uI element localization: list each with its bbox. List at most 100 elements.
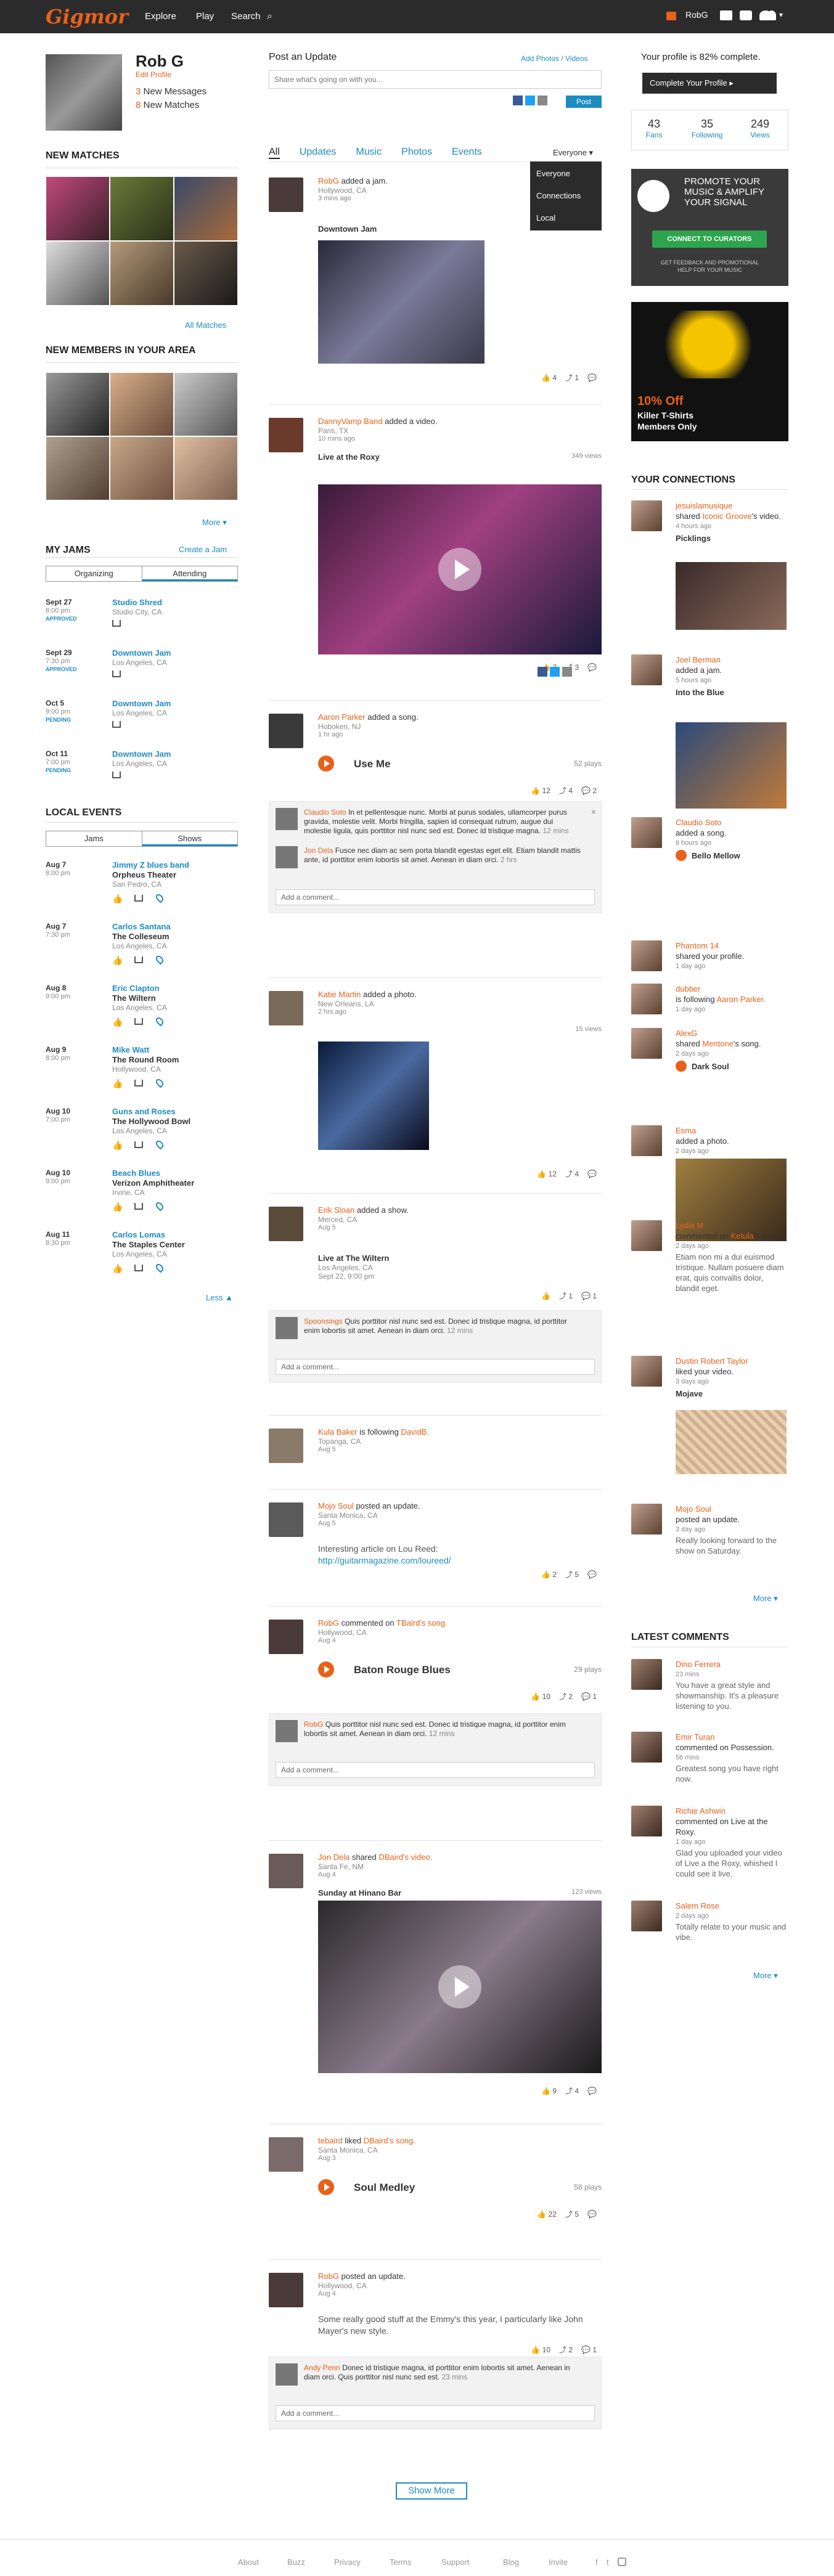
jam-item[interactable]: Oct 5 9:00 pm PENDING Downtown Jam Los Angel… (46, 699, 238, 742)
event-title[interactable]: Jimmy Z blues band (112, 860, 189, 870)
share-button[interactable]: ⤴ 2 (559, 1691, 573, 1702)
nav-search[interactable]: Search (231, 11, 261, 22)
connection-item-title[interactable]: Bello Mellow (676, 850, 787, 861)
search-icon[interactable]: ⌕ (267, 11, 272, 22)
comment-button[interactable]: 💬 (587, 2087, 597, 2095)
connection-user[interactable]: Esma (676, 1125, 787, 1136)
create-jam-link[interactable]: Create a Jam (179, 545, 227, 554)
feed-user[interactable]: Kula Baker (318, 1427, 358, 1437)
less-events-link[interactable]: Less ▲ (206, 1293, 233, 1302)
comment-user[interactable]: Jon Dela (304, 846, 333, 855)
like-icon[interactable]: 👍 (112, 1140, 123, 1151)
feed-title[interactable]: Sunday at Hinano Bar (318, 1888, 401, 1897)
event-title[interactable]: Guns and Roses (112, 1107, 176, 1116)
connection-avatar[interactable] (631, 940, 662, 971)
event-item[interactable]: Aug 11 8:30 pm Carlos Lomas The Staples Cen… (46, 1230, 238, 1286)
song-title[interactable]: Soul Medley (354, 2182, 415, 2194)
connection-user[interactable]: Mojo Soul (676, 1504, 787, 1514)
commenter-name[interactable]: Salem Rose (676, 1901, 787, 1911)
new-matches[interactable]: 8 New Matches (136, 100, 199, 110)
tab-attending[interactable]: Attending (142, 566, 237, 581)
feed-avatar[interactable] (269, 1620, 303, 1654)
all-matches-link[interactable]: All Matches (185, 320, 226, 330)
share-icon[interactable] (134, 1141, 143, 1148)
like-button[interactable]: 👍 22 (537, 2210, 557, 2219)
comment-button[interactable]: 💬 1 (581, 2346, 597, 2354)
event-title[interactable]: Eric Clapton (112, 984, 160, 993)
share-button[interactable]: ⤴ 5 (565, 2209, 579, 2219)
map-pin-icon[interactable] (154, 1139, 165, 1150)
feed-target[interactable]: DBaird's video. (378, 1853, 432, 1862)
event-title[interactable]: Carlos Lomas (112, 1230, 165, 1239)
feed-avatar[interactable] (269, 418, 303, 452)
comment-button[interactable]: 💬 (587, 2210, 597, 2219)
match-photo[interactable] (46, 176, 110, 241)
footer-link-buzz[interactable]: Buzz (287, 2558, 305, 2567)
feed-user[interactable]: RobG (318, 176, 339, 185)
stat-views[interactable]: 249 Views (738, 118, 782, 139)
jam-title[interactable]: Downtown Jam (112, 648, 171, 658)
connection-item-title[interactable]: Into the Blue (676, 687, 787, 698)
feed-user[interactable]: Katie Martin (318, 990, 361, 999)
connection-user[interactable]: AlexG (676, 1028, 787, 1038)
connection-user[interactable]: Claudio Soto (676, 817, 787, 828)
connection-avatar[interactable] (631, 1220, 662, 1251)
feed-link[interactable]: http://guitarmagazine.com/loureed/ (318, 1555, 451, 1565)
instagram-icon[interactable] (618, 2558, 626, 2566)
account-dropdown-icon[interactable]: ▾ (779, 10, 783, 19)
connection-user[interactable]: Dustin Robert Taylor (676, 1356, 787, 1366)
feed-target[interactable]: TBaird's song. (396, 1618, 448, 1628)
footer-link-terms[interactable]: Terms (390, 2558, 411, 2567)
play-video-icon[interactable] (438, 1965, 481, 2008)
add-comment-input[interactable]: Add a comment... (276, 889, 595, 905)
like-icon[interactable]: 👍 (112, 955, 123, 966)
connection-user[interactable]: dubber (676, 984, 787, 994)
feed-user[interactable]: RobG (318, 1618, 339, 1628)
share-icon[interactable] (112, 620, 121, 627)
stat-following[interactable]: 35 Following (682, 118, 732, 139)
feed-photo[interactable] (318, 240, 484, 364)
like-icon[interactable]: 👍 (112, 1263, 123, 1274)
facebook-icon[interactable]: f (595, 2558, 598, 2567)
share-icon[interactable] (134, 1018, 143, 1025)
connection-target[interactable]: Mentone (702, 1039, 734, 1048)
feed-title[interactable]: Live at the Roxy (318, 452, 380, 462)
share-icon[interactable] (134, 956, 143, 963)
feed-avatar[interactable] (269, 177, 303, 212)
twitter-icon[interactable]: t (607, 2558, 609, 2567)
share-icon[interactable] (112, 772, 121, 778)
match-photo[interactable] (174, 241, 238, 306)
feed-avatar[interactable] (269, 714, 303, 748)
feed-user[interactable]: Erik Sloan (318, 1205, 354, 1215)
feed-user[interactable]: Mojo Soul (318, 1501, 354, 1510)
gigmor-logo[interactable]: Gigmor (46, 5, 128, 28)
event-item[interactable]: Aug 7 8:00 pm Jimmy Z blues band Orpheus Th… (46, 860, 238, 916)
commenter-avatar[interactable] (276, 808, 298, 830)
commenter-name[interactable]: Emir Turan (676, 1732, 787, 1742)
promo-banner[interactable]: PROMOTE YOUR MUSIC & AMPLIFY YOUR SIGNAL C… (631, 169, 788, 286)
map-pin-icon[interactable] (154, 1077, 165, 1088)
filter-events[interactable]: Events (452, 147, 482, 159)
more-connections-link[interactable]: More ▾ (753, 1594, 778, 1604)
share-button[interactable]: ⤴ 4 (565, 2085, 579, 2096)
member-photo[interactable] (110, 372, 174, 436)
like-button[interactable]: 👍 2 (541, 1570, 557, 1579)
feed-target[interactable]: DavidB. (401, 1427, 429, 1437)
feed-avatar[interactable] (269, 1502, 303, 1537)
commenter-name[interactable]: Richie Ashwin (676, 1806, 787, 1816)
tab-shows[interactable]: Shows (142, 831, 237, 846)
footer-link-support[interactable]: Support (441, 2558, 470, 2567)
map-pin-icon[interactable] (154, 954, 165, 965)
comment-user[interactable]: RobG (304, 1720, 323, 1729)
feed-user[interactable]: DannyVamp Band (318, 417, 383, 426)
comment-button[interactable]: 💬 1 (581, 1692, 597, 1701)
like-button[interactable]: 👍 9 (541, 2087, 557, 2095)
connection-media[interactable] (676, 722, 787, 809)
filter-all[interactable]: All (269, 147, 280, 159)
commenter-avatar[interactable] (631, 1659, 662, 1690)
post-button[interactable]: Post (566, 96, 602, 108)
connection-avatar[interactable] (631, 1504, 662, 1535)
share-icon[interactable] (134, 1203, 143, 1210)
more-comments-link[interactable]: More ▾ (753, 1971, 778, 1981)
connection-target[interactable]: Iconic Groove (702, 512, 751, 521)
